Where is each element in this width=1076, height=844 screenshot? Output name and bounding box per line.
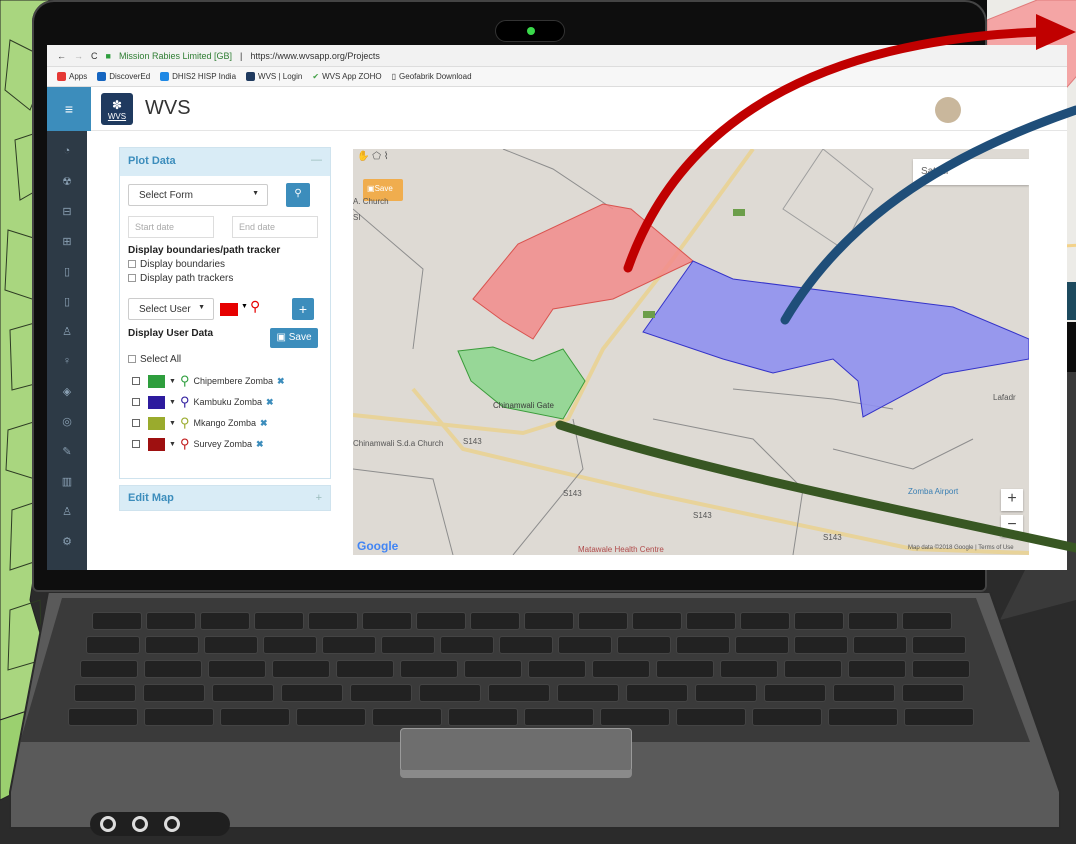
red-arrowhead xyxy=(1036,14,1076,50)
green-arrow xyxy=(555,420,1076,553)
blue-arrow xyxy=(780,105,1076,325)
annotation-arrows xyxy=(555,14,1076,553)
